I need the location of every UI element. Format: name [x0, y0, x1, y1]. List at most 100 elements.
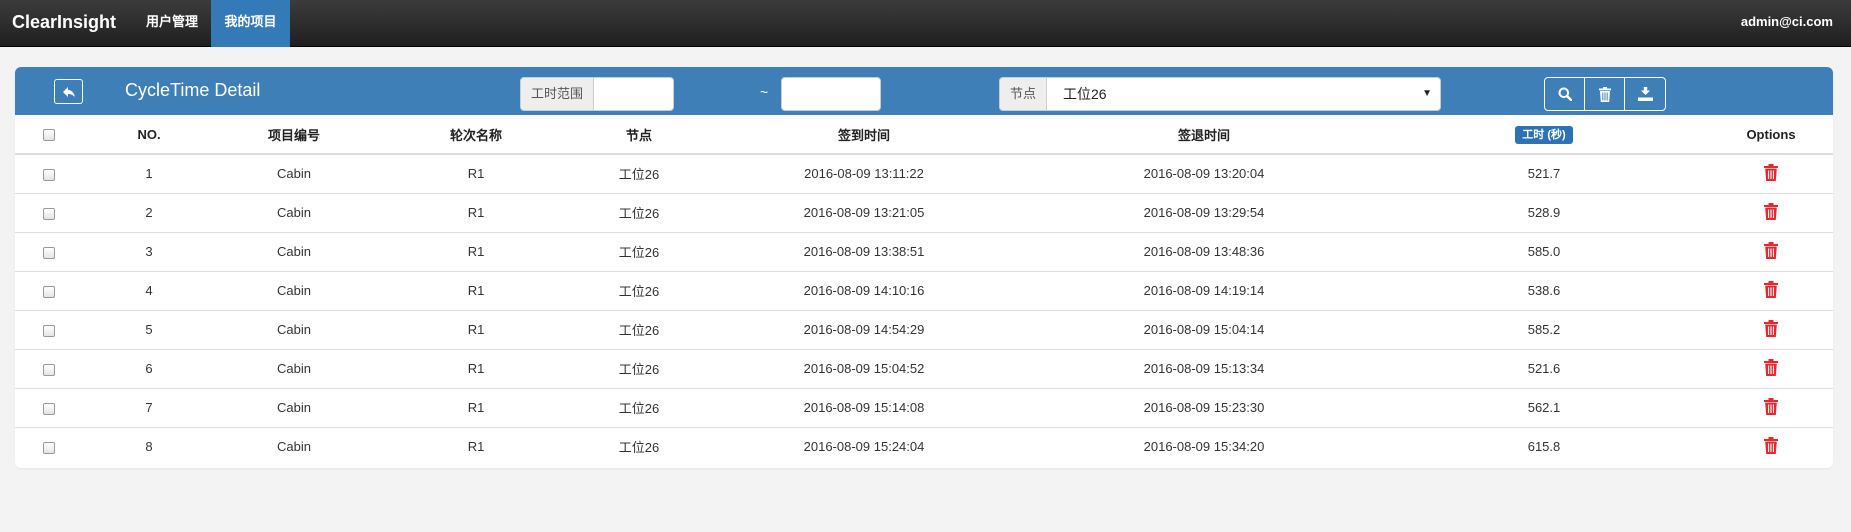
- select-all-checkbox[interactable]: [43, 129, 55, 142]
- table-row: 3 Cabin R1 工位26 2016-08-09 13:38:51 2016-08-0…: [15, 232, 1833, 272]
- row-checkbox[interactable]: [43, 207, 55, 220]
- export-button[interactable]: [1625, 78, 1665, 110]
- row-select-cell: [15, 388, 83, 428]
- cell-node: 工位26: [579, 193, 699, 233]
- options-cell: [1709, 349, 1833, 389]
- brand-logo[interactable]: ClearInsight: [12, 0, 116, 47]
- cell-round-name: R1: [373, 388, 579, 428]
- nav-item-my-projects[interactable]: 我的项目: [211, 0, 290, 47]
- top-navbar: ClearInsight 用户管理 我的项目 admin@ci.com: [0, 0, 1851, 47]
- cell-node: 工位26: [579, 154, 699, 194]
- time-range-start-input[interactable]: [594, 77, 675, 111]
- table-row: 5 Cabin R1 工位26 2016-08-09 14:54:29 2016-08-0…: [15, 310, 1833, 350]
- column-header-checkin-time[interactable]: 签到时间: [699, 115, 1029, 155]
- row-checkbox[interactable]: [43, 285, 55, 298]
- trash-icon[interactable]: [1764, 163, 1778, 184]
- cell-node: 工位26: [579, 310, 699, 350]
- cell-round-name: R1: [467, 439, 485, 455]
- trash-icon: [1598, 86, 1611, 102]
- time-range-label: 工时范围: [520, 77, 595, 111]
- cell-node: 工位26: [579, 349, 699, 389]
- cell-work-time: 521.6: [1379, 349, 1709, 389]
- column-header-no[interactable]: NO.: [83, 115, 215, 155]
- cell-round-name: R1: [373, 310, 579, 350]
- row-checkbox[interactable]: [43, 441, 55, 454]
- cell-checkout-time: 2016-08-09 13:29:54: [1029, 193, 1379, 233]
- cell-work-time: 562.1: [1379, 388, 1709, 428]
- chevron-down-icon: ▼: [1422, 88, 1433, 99]
- column-header-work-time[interactable]: 工时 (秒): [1379, 115, 1709, 155]
- cell-no: 5: [83, 310, 215, 350]
- cycletime-table: NO. 项目编号 轮次名称 节点 签到时间 签退时间 工时 (秒) Option…: [15, 115, 1833, 466]
- column-header-options: Options: [1709, 115, 1833, 155]
- back-button[interactable]: [54, 79, 83, 104]
- cell-project-code: Cabin: [215, 193, 373, 233]
- column-header-round-name[interactable]: 轮次名称: [373, 115, 579, 155]
- options-cell: [1709, 427, 1833, 466]
- cell-no: 6: [83, 349, 215, 389]
- cell-checkin-time: 2016-08-09 13:38:51: [699, 232, 1029, 272]
- cell-no: 1: [83, 154, 215, 194]
- trash-icon[interactable]: [1764, 397, 1778, 418]
- cell-work-time: 615.8: [1527, 439, 1561, 455]
- cell-checkin-time: 2016-08-09 14:54:29: [699, 310, 1029, 350]
- cell-project-code: Cabin: [277, 439, 311, 455]
- cell-checkout-time: 2016-08-09 15:13:34: [1029, 349, 1379, 389]
- options-cell: [1709, 271, 1833, 311]
- back-arrow-icon: [62, 86, 75, 97]
- trash-icon[interactable]: [1764, 436, 1778, 457]
- trash-icon[interactable]: [1764, 319, 1778, 340]
- trash-icon[interactable]: [1764, 241, 1778, 262]
- cell-node: 工位26: [579, 232, 699, 272]
- options-cell: [1709, 154, 1833, 194]
- trash-icon[interactable]: [1764, 280, 1778, 301]
- row-checkbox[interactable]: [43, 246, 55, 259]
- cell-round-name: R1: [373, 154, 579, 194]
- delete-all-button[interactable]: [1585, 78, 1625, 110]
- cell-checkout-time: 2016-08-09 15:23:30: [1029, 388, 1379, 428]
- search-button[interactable]: [1545, 78, 1585, 110]
- cell-checkout-time: 2016-08-09 15:04:14: [1029, 310, 1379, 350]
- time-range-start-group: 工时范围: [520, 77, 675, 111]
- row-checkbox[interactable]: [43, 402, 55, 415]
- table-row: 7 Cabin R1 工位26 2016-08-09 15:14:08 2016-08-0…: [15, 388, 1833, 428]
- cell-no: 3: [83, 232, 215, 272]
- time-range-end-input[interactable]: [781, 77, 881, 111]
- table-row: 4 Cabin R1 工位26 2016-08-09 14:10:16 2016-08-0…: [15, 271, 1833, 311]
- cell-project-code: Cabin: [215, 154, 373, 194]
- cell-project-code: Cabin: [215, 232, 373, 272]
- row-select-cell: [15, 310, 83, 350]
- cell-node: 工位26: [579, 271, 699, 311]
- options-cell: [1709, 388, 1833, 428]
- cell-checkin-time: 2016-08-09 15:24:04: [803, 439, 925, 455]
- cell-work-time: 538.6: [1379, 271, 1709, 311]
- cell-round-name: R1: [373, 193, 579, 233]
- cell-checkout-time: 2016-08-09 13:48:36: [1029, 232, 1379, 272]
- page-title: CycleTime Detail: [125, 80, 261, 100]
- cell-checkin-time: 2016-08-09 13:21:05: [699, 193, 1029, 233]
- row-checkbox[interactable]: [43, 363, 55, 376]
- cell-work-time: 521.7: [1379, 154, 1709, 194]
- trash-icon[interactable]: [1764, 358, 1778, 379]
- toolbar-button-group: [1544, 77, 1666, 111]
- trash-icon[interactable]: [1764, 202, 1778, 223]
- cell-no: 7: [83, 388, 215, 428]
- cell-project-code: Cabin: [215, 310, 373, 350]
- row-checkbox[interactable]: [43, 168, 55, 181]
- cell-no: 4: [83, 271, 215, 311]
- cell-round-name: R1: [373, 232, 579, 272]
- column-header-project-code[interactable]: 项目编号: [215, 115, 373, 155]
- cell-node: 工位26: [579, 388, 699, 428]
- node-select[interactable]: 工位26 ▼: [1047, 77, 1442, 111]
- nav-item-user-management[interactable]: 用户管理: [130, 0, 214, 47]
- row-checkbox[interactable]: [43, 324, 55, 337]
- column-header-node[interactable]: 节点: [579, 115, 699, 155]
- cell-checkin-time: 2016-08-09 13:11:22: [699, 154, 1029, 194]
- cell-work-time: 528.9: [1379, 193, 1709, 233]
- user-menu[interactable]: admin@ci.com: [1741, 0, 1833, 43]
- work-time-badge: 工时 (秒): [1515, 126, 1573, 144]
- cell-checkin-time: 2016-08-09 14:10:16: [699, 271, 1029, 311]
- table-row: 1 Cabin R1 工位26 2016-08-09 13:11:22 2016-08-0…: [15, 154, 1833, 194]
- row-select-cell: [15, 154, 83, 194]
- column-header-checkout-time[interactable]: 签退时间: [1029, 115, 1379, 155]
